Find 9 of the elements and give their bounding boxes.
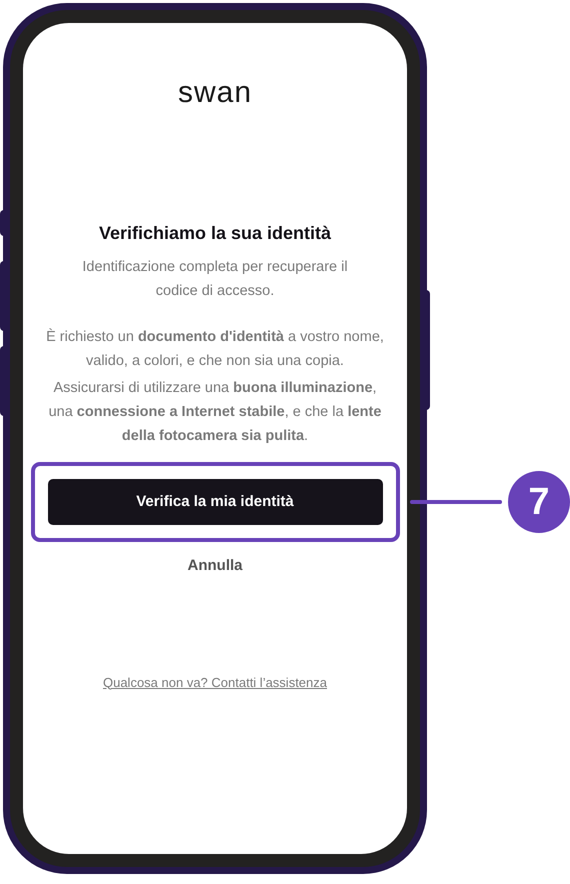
subtitle: Identificazione completa per recuperare il codice di accesso. <box>81 258 349 301</box>
verify-button[interactable]: Verifica la mia identità <box>48 479 382 525</box>
logo: swan <box>178 78 252 108</box>
cancel-link[interactable]: Annulla <box>188 555 242 578</box>
instructions-text: È richiesto un documento d'identità a vostro nome, valido, a colori, e che non sia una copia. <box>45 327 385 371</box>
instructions-text: Assicurarsi di utilizzare una buona illuminazione, una connessione a Internet stabile, e che la lente della fotocamera sia pulita. <box>48 379 382 446</box>
support-link[interactable]: Qualcosa non va? Contatti l’assistenza <box>102 672 327 692</box>
title: Verifichiamo la sua identità <box>98 222 332 245</box>
callout-number: 7 <box>508 471 570 533</box>
